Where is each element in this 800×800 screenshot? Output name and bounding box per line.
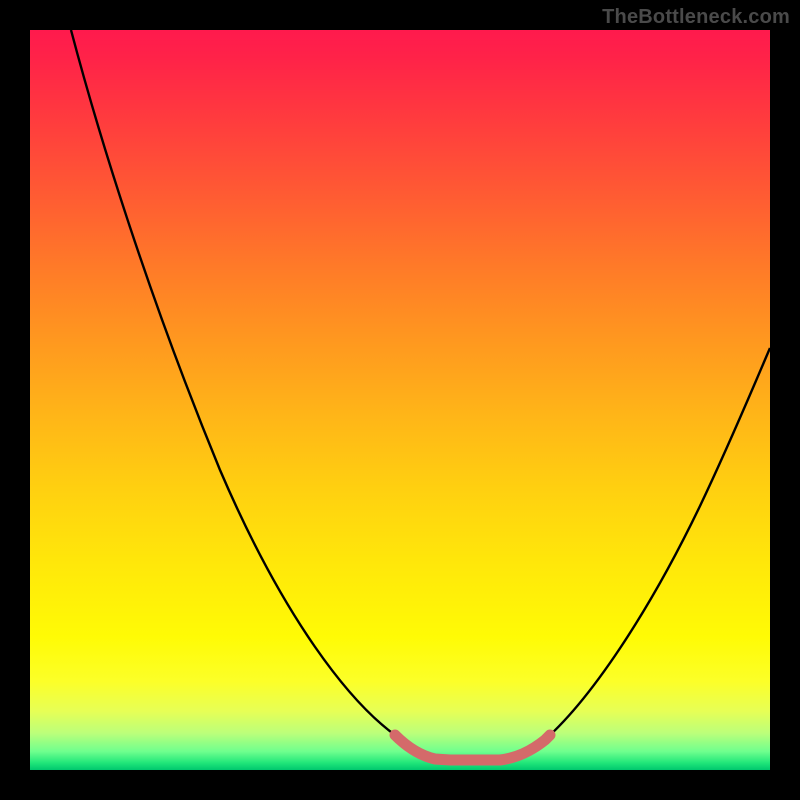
plot-area xyxy=(30,30,770,770)
chart-frame: TheBottleneck.com xyxy=(0,0,800,800)
bottleneck-curve-svg xyxy=(30,30,770,770)
bottleneck-curve-highlight xyxy=(395,735,550,760)
bottleneck-curve xyxy=(71,30,770,760)
watermark-text: TheBottleneck.com xyxy=(602,6,790,29)
